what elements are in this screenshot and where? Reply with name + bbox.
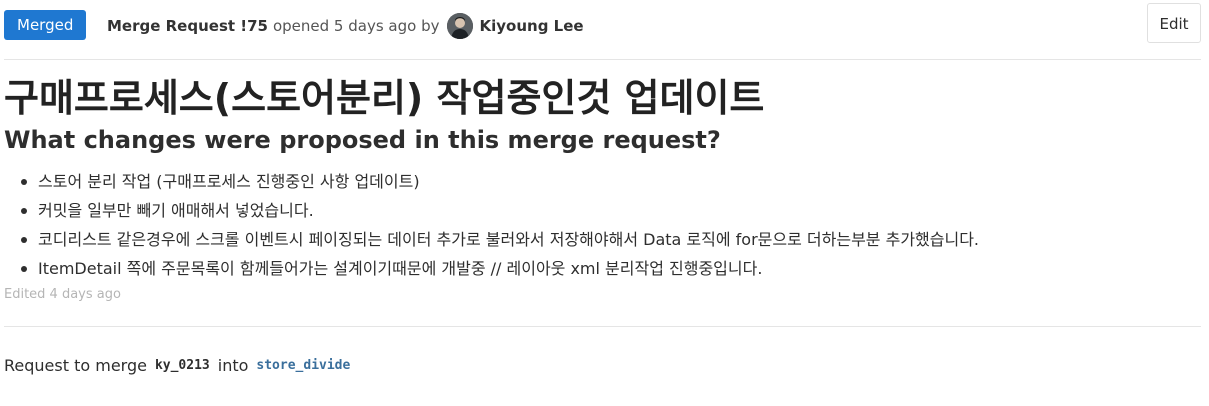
list-item: 커밋을 일부만 빼기 애매해서 넣었습니다. — [20, 196, 979, 225]
mr-meta: Merge Request !75 opened 5 days ago by K… — [107, 13, 584, 39]
mr-header: Merged Merge Request !75 opened 5 days a… — [4, 3, 1201, 60]
opened-text: opened 5 days ago by — [272, 17, 440, 35]
merge-prefix: Request to merge — [4, 356, 147, 375]
page-title: 구매프로세스(스토어분리) 작업중인것 업데이트 — [4, 76, 765, 120]
edit-button[interactable]: Edit — [1147, 3, 1201, 43]
mr-reference: Merge Request !75 — [107, 17, 268, 35]
description-heading: What changes were proposed in this merge… — [4, 126, 721, 154]
list-item: ItemDetail 쪽에 주문목록이 함께들어가는 설계이기때문에 개발중 /… — [20, 254, 979, 283]
list-item: 코디리스트 같은경우에 스크롤 이벤트시 페이징되는 데이터 추가로 불러와서 … — [20, 225, 979, 254]
target-branch[interactable]: store_divide — [252, 357, 354, 374]
author-name[interactable]: Kiyoung Lee — [479, 17, 583, 35]
source-branch[interactable]: ky_0213 — [151, 357, 214, 374]
edited-note: Edited 4 days ago — [4, 287, 121, 302]
description-list: 스토어 분리 작업 (구매프로세스 진행중인 사항 업데이트) 커밋을 일부만 … — [4, 167, 979, 283]
list-item: 스토어 분리 작업 (구매프로세스 진행중인 사항 업데이트) — [20, 167, 979, 196]
merge-into-text: into — [217, 356, 249, 375]
divider — [4, 326, 1201, 327]
avatar[interactable] — [447, 13, 474, 39]
merge-request-branches: Request to merge ky_0213 into store_divi… — [4, 356, 358, 375]
status-badge: Merged — [4, 10, 87, 40]
